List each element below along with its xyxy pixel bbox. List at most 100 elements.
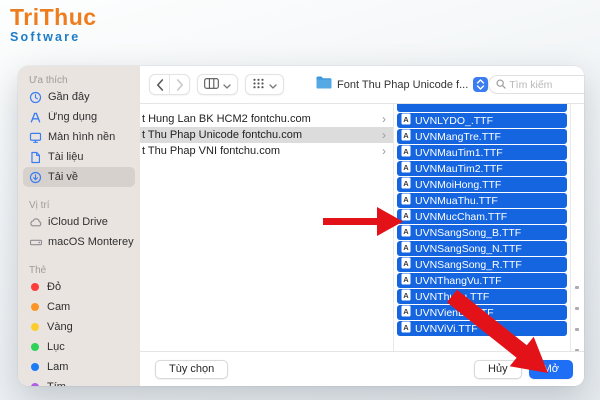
font-file-icon: A	[401, 113, 411, 128]
file-row[interactable]: A UVNMucCham.TTF	[397, 209, 567, 224]
tag-color-dot	[31, 363, 39, 371]
file-name: UVNMuaThu.TTF	[415, 194, 498, 207]
file-row[interactable]: A UVNLYDO_.TTF	[397, 113, 567, 128]
folder-row[interactable]: t Thu Phap VNI fontchu.com ›	[140, 143, 393, 159]
sidebar-item-label: Tải về	[48, 171, 78, 183]
file-row[interactable]: A UVNMauTim1.TTF	[397, 145, 567, 160]
sidebar-item-label: Tài liệu	[48, 151, 84, 163]
file-row[interactable]: A UVNSangSong_R.TTF	[397, 257, 567, 272]
file-list-column: A UVNLYDO_.TTF A UVNMangTre.TTF A UVNMauTim1.…	[393, 104, 570, 351]
sidebar-section-header: Vị trí	[29, 200, 50, 211]
sidebar-item-desktop[interactable]: Màn hình nền	[23, 127, 135, 147]
font-file-icon: A	[401, 209, 411, 224]
sidebar-item-tag-yellow[interactable]: Vàng	[23, 317, 135, 337]
preview-fragment	[575, 286, 579, 289]
svg-text:A: A	[403, 243, 409, 252]
back-button[interactable]	[150, 75, 169, 94]
svg-text:A: A	[403, 291, 409, 300]
grid-dots-icon	[252, 77, 265, 92]
nav-button-group	[149, 74, 190, 95]
group-view-button[interactable]	[245, 74, 284, 95]
file-row[interactable]: A UVNThangVu.TTF	[397, 273, 567, 288]
sidebar-item-icloud-drive[interactable]: iCloud Drive	[23, 212, 135, 232]
forward-button[interactable]	[170, 75, 189, 94]
sidebar-section: ThẻĐỏ Cam Vàng Lục Lam Tím	[18, 262, 140, 386]
file-row[interactable]: A UVNThuTu.TTF	[397, 289, 567, 304]
sidebar-item-label: macOS Monterey	[48, 236, 134, 248]
file-row[interactable]: A UVNMangTre.TTF	[397, 129, 567, 144]
file-row[interactable]: A UVNSangSong_B.TTF	[397, 225, 567, 240]
current-folder-label: Font Thu Phap Unicode f...	[337, 78, 469, 91]
sidebar-section: Vị trí iCloud Drive macOS Monterey	[18, 197, 140, 252]
file-row[interactable]: A UVNViVi.TTF	[397, 321, 567, 336]
sidebar-item-label: Ứng dụng	[48, 111, 98, 123]
open-button[interactable]: Mở	[528, 359, 573, 379]
file-open-dialog: Ưa thích Gần đây Ứng dụng Màn hình nền Tài l…	[18, 66, 584, 386]
preview-fragment	[575, 328, 579, 331]
sidebar-item-recents[interactable]: Gần đây	[23, 87, 135, 107]
file-name: UVNViVi.TTF	[415, 322, 478, 335]
sidebar-item-tag-red[interactable]: Đỏ	[23, 277, 135, 297]
sidebar-item-documents[interactable]: Tài liệu	[23, 147, 135, 167]
font-file-icon: A	[401, 241, 411, 256]
logo-subtitle: Software	[10, 30, 81, 44]
svg-text:A: A	[403, 147, 409, 156]
sidebar-item-tag-blue[interactable]: Lam	[23, 357, 135, 377]
chevron-right-icon: ›	[382, 112, 386, 126]
folder-row[interactable]: t Hung Lan BK HCM2 fontchu.com ›	[140, 111, 393, 127]
folder-row[interactable]: t Thu Phap Unicode fontchu.com ›	[140, 127, 393, 143]
font-file-icon: A	[401, 305, 411, 320]
chevron-right-icon: ›	[382, 144, 386, 158]
sidebar-item-macos-monterey[interactable]: macOS Monterey	[23, 232, 135, 252]
search-icon	[496, 76, 506, 94]
desktop-icon	[28, 130, 43, 144]
trithuc-logo: TriThuc Software	[10, 6, 97, 44]
logo-title: TriThuc	[10, 4, 97, 30]
drive-icon	[28, 235, 43, 249]
file-row[interactable]: A UVNVienDu.TTF	[397, 305, 567, 320]
sidebar-item-label: Cam	[47, 301, 71, 313]
file-name: UVNMauTim2.TTF	[415, 162, 503, 175]
file-name: UVNSangSong_R.TTF	[415, 258, 522, 271]
cancel-button[interactable]: Hủy	[474, 359, 522, 379]
sidebar-section: Ưa thích Gần đây Ứng dụng Màn hình nền Tài l…	[18, 72, 140, 187]
file-name: UVNMangTre.TTF	[415, 130, 501, 143]
svg-text:A: A	[403, 163, 409, 172]
preview-column	[570, 104, 584, 351]
file-row[interactable]: A UVNMuaThu.TTF	[397, 193, 567, 208]
file-row[interactable]: A UVNMoiHong.TTF	[397, 177, 567, 192]
font-file-icon: A	[401, 289, 411, 304]
up-down-stepper-icon	[473, 77, 489, 92]
search-field[interactable]	[488, 75, 584, 94]
sidebar-item-downloads[interactable]: Tải về	[23, 167, 135, 187]
tag-color-dot	[31, 383, 39, 386]
sidebar-item-tag-green[interactable]: Lục	[23, 337, 135, 357]
tag-color-dot	[31, 343, 39, 351]
current-folder-dropdown[interactable]: Font Thu Phap Unicode f...	[316, 76, 489, 94]
font-file-icon: A	[401, 273, 411, 288]
file-name: UVNMauTim1.TTF	[415, 146, 503, 159]
svg-text:A: A	[403, 259, 409, 268]
file-row-clipped[interactable]	[397, 104, 567, 112]
column-view-button[interactable]	[197, 74, 238, 95]
chevron-right-icon: ›	[382, 128, 386, 142]
svg-text:A: A	[403, 275, 409, 284]
sidebar-item-label: Màn hình nền	[48, 131, 116, 143]
toolbar: Font Thu Phap Unicode f...	[140, 66, 584, 103]
folder-row-label: t Hung Lan BK HCM2 fontchu.com	[142, 113, 311, 125]
tag-color-dot	[31, 303, 39, 311]
file-row[interactable]: A UVNMauTim2.TTF	[397, 161, 567, 176]
font-file-icon: A	[401, 145, 411, 160]
sidebar-item-applications[interactable]: Ứng dụng	[23, 107, 135, 127]
file-name: UVNThangVu.TTF	[415, 274, 502, 287]
file-name: UVNMucCham.TTF	[415, 210, 508, 223]
sidebar-item-tag-purple[interactable]: Tím	[23, 377, 135, 386]
options-button[interactable]: Tùy chọn	[155, 359, 229, 379]
file-row[interactable]: A UVNSangSong_N.TTF	[397, 241, 567, 256]
chevron-down-icon	[269, 77, 277, 92]
chevron-down-icon	[223, 77, 231, 92]
font-file-icon: A	[401, 129, 411, 144]
tag-color-dot	[31, 283, 39, 291]
sidebar-item-tag-orange[interactable]: Cam	[23, 297, 135, 317]
search-input[interactable]	[509, 78, 584, 91]
